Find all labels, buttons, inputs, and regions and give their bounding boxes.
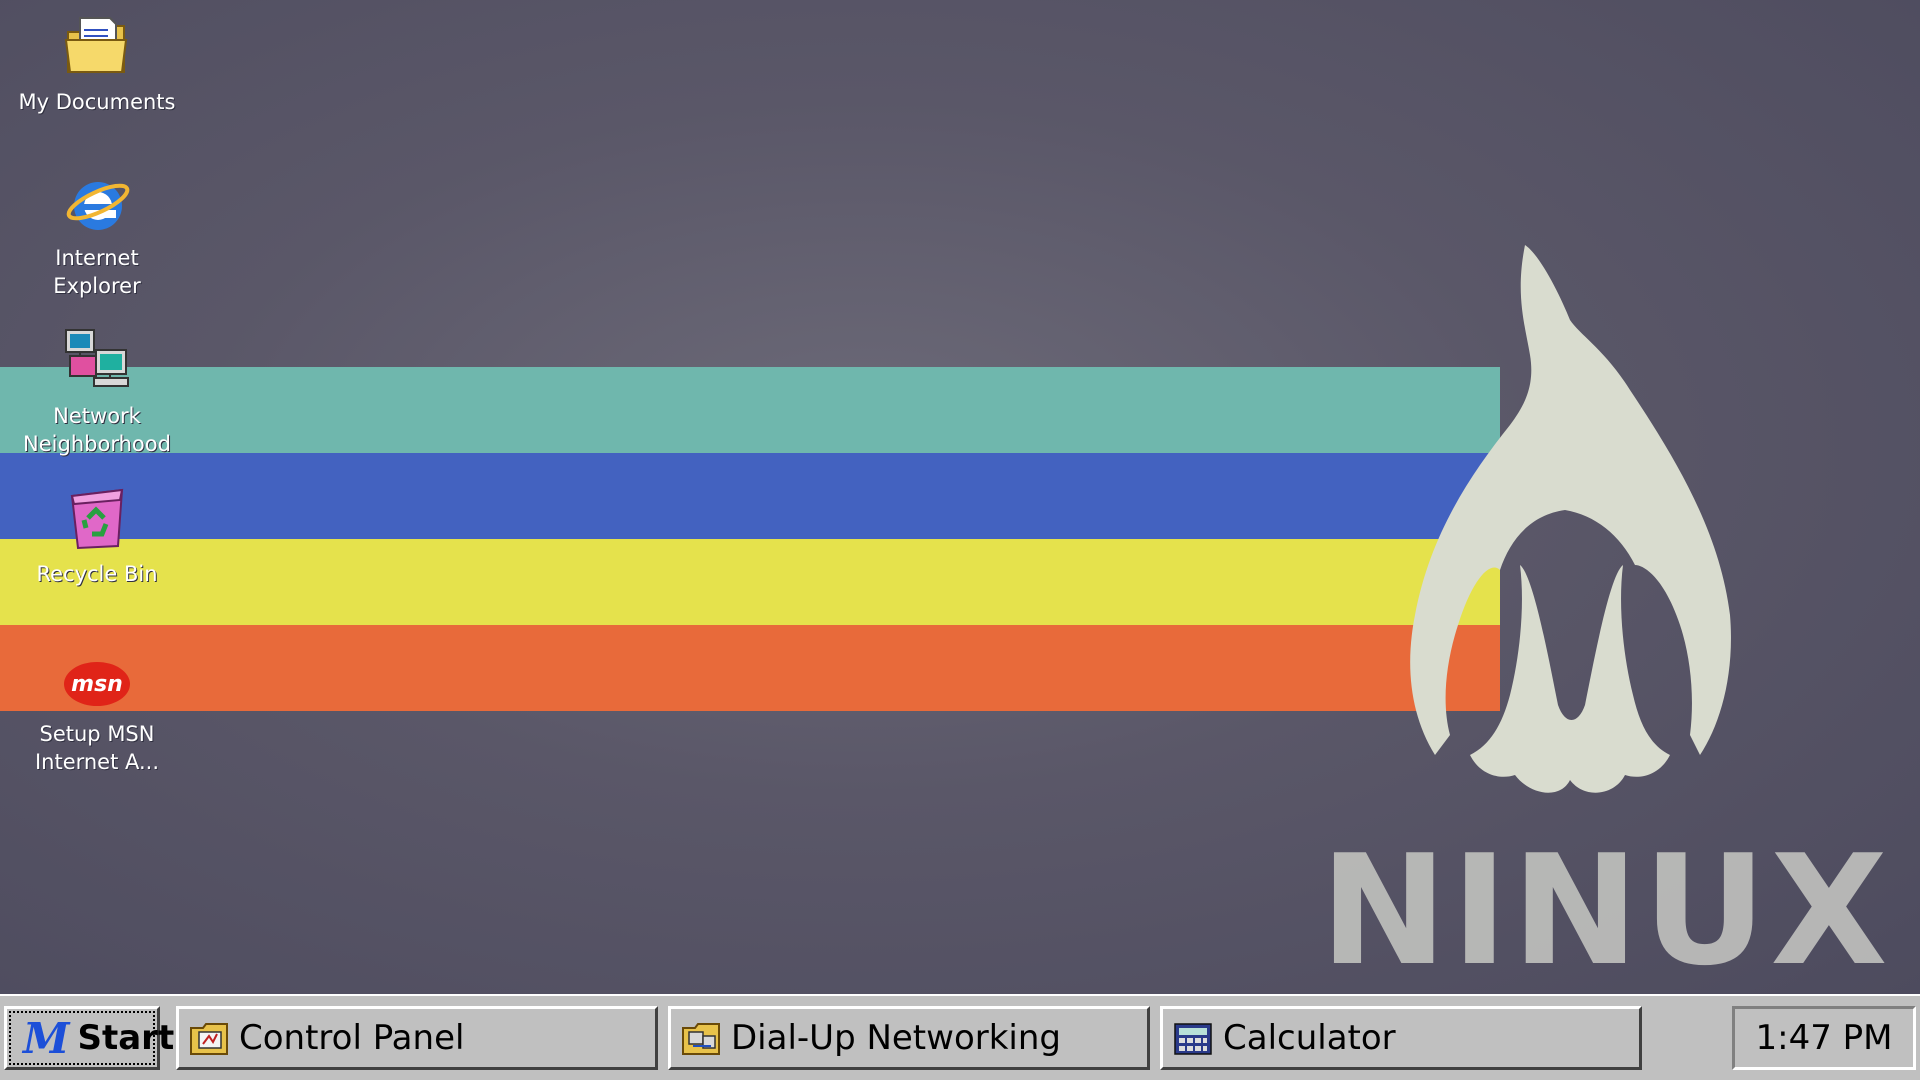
wallpaper-stripe-yellow xyxy=(0,539,1500,625)
task-label: Calculator xyxy=(1223,1018,1396,1058)
dial-up-networking-icon xyxy=(682,1023,720,1055)
control-panel-icon xyxy=(190,1023,228,1055)
clock-text: 1:47 PM xyxy=(1755,1018,1893,1058)
desktop-icon-recycle-bin[interactable]: Recycle Bin xyxy=(0,484,194,588)
system-tray-clock[interactable]: 1:47 PM xyxy=(1732,1006,1916,1070)
wallpaper-stripe-teal xyxy=(0,367,1500,453)
folder-documents-icon xyxy=(64,17,128,73)
task-label: Control Panel xyxy=(239,1018,465,1058)
desktop-icon-label: Recycle Bin xyxy=(36,562,158,586)
msn-icon: msn xyxy=(64,662,130,706)
network-computers-icon xyxy=(65,329,129,387)
desktop-icon-network-neighborhood[interactable]: Network Neighborhood xyxy=(0,326,194,458)
taskbar-button-control-panel[interactable]: Control Panel xyxy=(176,1006,658,1070)
taskbar-button-dial-up-networking[interactable]: Dial-Up Networking xyxy=(668,1006,1150,1070)
desktop-icon-setup-msn[interactable]: msn Setup MSN Internet A... xyxy=(0,644,194,776)
taskbar-button-calculator[interactable]: Calculator xyxy=(1160,1006,1642,1070)
desktop[interactable]: NINUX My Documents Internet Explorer Net… xyxy=(0,0,1920,994)
start-button[interactable]: M Start xyxy=(4,1006,174,1070)
penguin-logo-icon xyxy=(1410,245,1731,793)
internet-explorer-icon xyxy=(66,182,130,230)
wallpaper-stripe-orange xyxy=(0,625,1500,711)
desktop-icon-label: Internet Explorer xyxy=(53,246,141,298)
wallpaper-logo-text: NINUX xyxy=(1320,822,1892,994)
desktop-icon-label: My Documents xyxy=(18,90,176,114)
desktop-icon-my-documents[interactable]: My Documents xyxy=(0,12,194,116)
desktop-icon-internet-explorer[interactable]: Internet Explorer xyxy=(0,168,194,300)
start-logo-icon: M xyxy=(23,1013,70,1063)
wallpaper-stripe-blue xyxy=(0,453,1500,539)
task-label: Dial-Up Networking xyxy=(731,1018,1061,1058)
taskbar: M Start Control Panel Dial-Up Networking xyxy=(0,994,1920,1080)
msn-icon-text: msn xyxy=(71,672,123,697)
recycle-bin-icon xyxy=(70,488,124,550)
desktop-icon-label: Setup MSN Internet A... xyxy=(34,722,160,774)
start-label: Start xyxy=(77,1018,175,1058)
calculator-icon xyxy=(1174,1023,1212,1055)
desktop-icon-label: Network Neighborhood xyxy=(23,404,171,456)
